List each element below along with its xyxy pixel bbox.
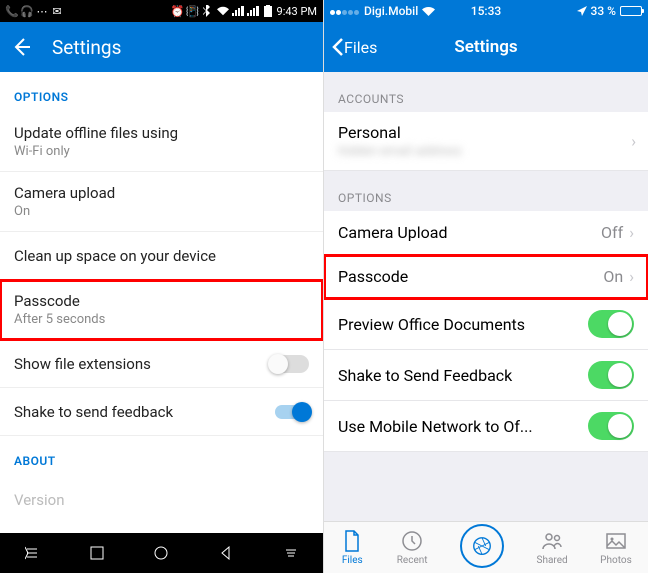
app-header: Files Settings: [324, 22, 648, 72]
android-screen: 📞 🎧 ⋯ ✉ ⏰ 📳 9:43 PM Settings OPTIONS Upd…: [0, 0, 324, 573]
ios-screen: Digi.Mobil 15:33 33 % Files Settings ACC…: [324, 0, 648, 573]
tab-camera[interactable]: [460, 524, 504, 568]
status-bar: Digi.Mobil 15:33 33 %: [324, 0, 648, 22]
image-icon: [604, 529, 628, 553]
row-version[interactable]: Version: [0, 476, 323, 524]
row-subtitle: Wi-Fi only: [14, 144, 178, 159]
row-passcode[interactable]: Passcode On ›: [324, 255, 648, 299]
row-title: Preview Office Documents: [338, 315, 525, 334]
row-shake-feedback[interactable]: Shake to Send Feedback: [324, 350, 648, 401]
row-camera-upload[interactable]: Camera Upload Off ›: [324, 211, 648, 255]
nav-back-button[interactable]: [215, 542, 237, 564]
people-icon: [540, 529, 564, 553]
row-cleanup[interactable]: Clean up space on your device: [0, 232, 323, 280]
toggle-preview[interactable]: [588, 310, 634, 338]
row-passcode[interactable]: Passcode After 5 seconds: [0, 280, 323, 340]
aperture-icon: [471, 535, 493, 557]
phone-icon: 📞: [6, 5, 18, 17]
battery-pct: 33 %: [591, 4, 616, 18]
alarm-icon: ⏰: [172, 5, 184, 17]
wifi-icon: [422, 7, 435, 16]
page-title: Settings: [454, 37, 517, 57]
row-title: Clean up space on your device: [14, 247, 216, 265]
settings-list: ACCOUNTS Personal hidden email address ›…: [324, 72, 648, 521]
nav-overview-button[interactable]: [280, 542, 302, 564]
clock-icon: [400, 529, 424, 553]
toggle-extensions[interactable]: [269, 355, 309, 373]
file-icon: [340, 529, 364, 553]
chevron-right-icon: ›: [629, 267, 634, 286]
row-title: Version: [14, 491, 65, 509]
location-icon: [577, 6, 587, 16]
row-camera-upload[interactable]: Camera upload On: [0, 172, 323, 232]
status-bar: 📞 🎧 ⋯ ✉ ⏰ 📳 9:43 PM: [0, 0, 323, 22]
tab-photos[interactable]: Photos: [600, 529, 632, 566]
back-button[interactable]: [12, 37, 32, 57]
row-subtitle: On: [14, 204, 115, 219]
battery-icon: [620, 6, 642, 16]
nav-home-button[interactable]: [150, 542, 172, 564]
battery-icon: [262, 5, 274, 17]
nav-menu-button[interactable]: [21, 542, 43, 564]
section-about: ABOUT: [0, 436, 323, 476]
row-show-extensions[interactable]: Show file extensions: [0, 340, 323, 388]
headset-icon: 🎧: [21, 5, 33, 17]
row-preview-office[interactable]: Preview Office Documents: [324, 299, 648, 350]
row-title: Show file extensions: [14, 355, 151, 373]
section-options: OPTIONS: [0, 72, 323, 112]
signal-icon: [232, 5, 244, 17]
chevron-right-icon: ›: [631, 132, 636, 151]
page-title: Settings: [52, 36, 121, 59]
app-header: Settings: [0, 22, 323, 72]
account-email: hidden email address: [338, 144, 462, 159]
row-title: Passcode: [14, 292, 105, 310]
wifi-icon: [217, 5, 229, 17]
signal-icon: [330, 4, 360, 18]
row-shake-feedback[interactable]: Shake to send feedback: [0, 388, 323, 436]
toggle-shake[interactable]: [588, 361, 634, 389]
tab-shared[interactable]: Shared: [537, 529, 568, 566]
tab-label: Recent: [397, 555, 428, 566]
ios-tab-bar: Files Recent Shared Photos: [324, 521, 648, 573]
row-title: Update offline files using: [14, 124, 178, 142]
tab-label: Photos: [600, 555, 632, 566]
account-name: Personal: [338, 123, 401, 142]
carrier-label: Digi.Mobil: [364, 4, 418, 18]
tab-recent[interactable]: Recent: [397, 529, 428, 566]
row-title: Use Mobile Network to Of...: [338, 417, 533, 436]
tab-files[interactable]: Files: [340, 529, 364, 566]
status-time: 9:43 PM: [277, 5, 317, 18]
row-title: Passcode: [338, 267, 408, 286]
vibrate-icon: 📳: [187, 5, 199, 17]
section-accounts: ACCOUNTS: [324, 72, 648, 112]
row-account-personal[interactable]: Personal hidden email address ›: [324, 112, 648, 171]
row-title: Shake to Send Feedback: [338, 366, 512, 385]
mail-icon: ✉: [51, 5, 63, 17]
more-icon: ⋯: [36, 5, 48, 17]
row-title: Camera upload: [14, 184, 115, 202]
tab-label: Shared: [537, 555, 568, 566]
android-nav-bar: [0, 533, 323, 573]
back-button[interactable]: Files: [332, 38, 377, 57]
bluetooth-icon: [202, 5, 214, 17]
row-subtitle: After 5 seconds: [14, 312, 105, 327]
row-mobile-network[interactable]: Use Mobile Network to Of...: [324, 401, 648, 452]
settings-list: OPTIONS Update offline files using Wi-Fi…: [0, 72, 323, 533]
toggle-mobile[interactable]: [588, 412, 634, 440]
row-title: Camera Upload: [338, 223, 448, 242]
section-options: OPTIONS: [324, 171, 648, 211]
signal-icon-2: [247, 5, 259, 17]
nav-recent-button[interactable]: [86, 542, 108, 564]
row-title: Shake to send feedback: [14, 403, 173, 421]
toggle-shake[interactable]: [275, 405, 309, 419]
row-update-offline[interactable]: Update offline files using Wi-Fi only: [0, 112, 323, 172]
back-label: Files: [344, 38, 377, 57]
tab-label: Files: [342, 555, 363, 566]
row-value: On: [603, 267, 623, 286]
chevron-right-icon: ›: [629, 223, 634, 242]
row-value: Off: [601, 223, 623, 242]
